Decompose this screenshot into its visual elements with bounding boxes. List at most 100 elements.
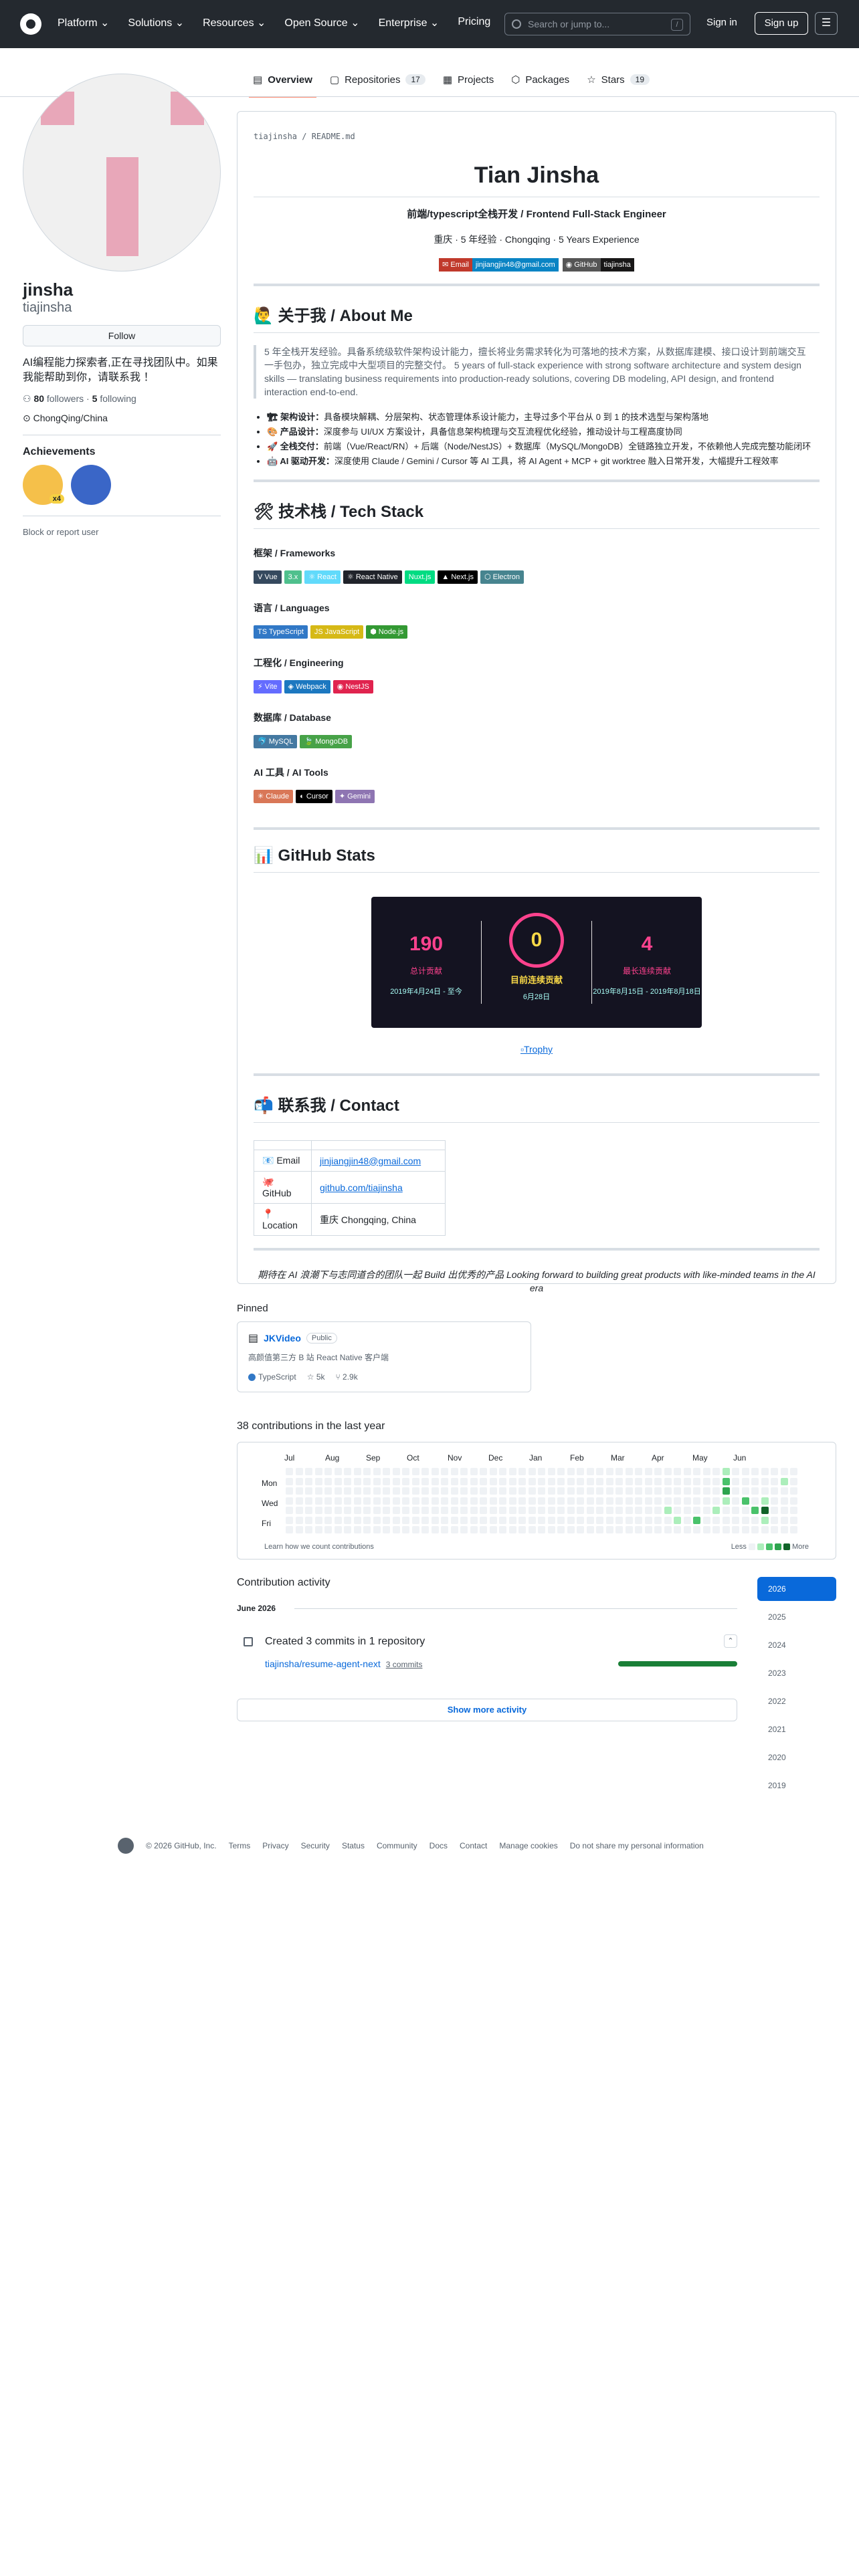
calendar-cell[interactable] bbox=[635, 1477, 642, 1485]
calendar-cell[interactable] bbox=[518, 1487, 526, 1495]
calendar-cell[interactable] bbox=[644, 1497, 652, 1505]
calendar-cell[interactable] bbox=[635, 1507, 642, 1514]
calendar-cell[interactable] bbox=[528, 1487, 536, 1495]
calendar-cell[interactable] bbox=[373, 1516, 381, 1524]
calendar-cell[interactable] bbox=[480, 1526, 487, 1533]
year-button[interactable]: 2025 bbox=[757, 1605, 836, 1629]
calendar-cell[interactable] bbox=[286, 1487, 293, 1495]
repo-forks[interactable]: ⑂ 2.9k bbox=[336, 1372, 358, 1382]
calendar-cell[interactable] bbox=[644, 1477, 652, 1485]
calendar-cell[interactable] bbox=[373, 1497, 381, 1505]
calendar-cell[interactable] bbox=[383, 1516, 390, 1524]
calendar-cell[interactable] bbox=[741, 1507, 749, 1514]
calendar-cell[interactable] bbox=[683, 1497, 691, 1505]
calendar-cell[interactable] bbox=[674, 1507, 681, 1514]
calendar-cell[interactable] bbox=[324, 1497, 332, 1505]
calendar-cell[interactable] bbox=[732, 1487, 739, 1495]
calendar-cell[interactable] bbox=[761, 1477, 769, 1485]
calendar-cell[interactable] bbox=[334, 1507, 342, 1514]
calendar-cell[interactable] bbox=[431, 1516, 439, 1524]
search-input[interactable]: Search or jump to... / bbox=[504, 13, 690, 35]
calendar-cell[interactable] bbox=[586, 1526, 594, 1533]
calendar-cell[interactable] bbox=[508, 1477, 516, 1485]
calendar-cell[interactable] bbox=[596, 1468, 603, 1475]
calendar-cell[interactable] bbox=[674, 1497, 681, 1505]
calendar-cell[interactable] bbox=[518, 1507, 526, 1514]
pinned-repo-link[interactable]: JKVideo bbox=[264, 1333, 301, 1344]
calendar-cell[interactable] bbox=[508, 1497, 516, 1505]
calendar-cell[interactable] bbox=[644, 1507, 652, 1514]
calendar-cell[interactable] bbox=[538, 1487, 545, 1495]
calendar-cell[interactable] bbox=[470, 1468, 478, 1475]
calendar-cell[interactable] bbox=[295, 1477, 303, 1485]
calendar-cell[interactable] bbox=[305, 1468, 312, 1475]
calendar-cell[interactable] bbox=[761, 1497, 769, 1505]
calendar-cell[interactable] bbox=[790, 1468, 797, 1475]
calendar-cell[interactable] bbox=[314, 1497, 322, 1505]
calendar-cell[interactable] bbox=[683, 1516, 691, 1524]
calendar-cell[interactable] bbox=[674, 1487, 681, 1495]
calendar-cell[interactable] bbox=[353, 1507, 361, 1514]
tab-packages[interactable]: ⬡ Packages bbox=[511, 70, 569, 90]
calendar-cell[interactable] bbox=[693, 1497, 700, 1505]
calendar-cell[interactable] bbox=[664, 1526, 672, 1533]
calendar-cell[interactable] bbox=[344, 1516, 351, 1524]
block-report-link[interactable]: Block or report user bbox=[23, 527, 221, 537]
calendar-cell[interactable] bbox=[635, 1526, 642, 1533]
calendar-cell[interactable] bbox=[324, 1477, 332, 1485]
calendar-cell[interactable] bbox=[712, 1487, 720, 1495]
calendar-cell[interactable] bbox=[305, 1477, 312, 1485]
calendar-cell[interactable] bbox=[431, 1507, 439, 1514]
calendar-cell[interactable] bbox=[547, 1497, 555, 1505]
calendar-cell[interactable] bbox=[518, 1516, 526, 1524]
calendar-cell[interactable] bbox=[751, 1477, 759, 1485]
calendar-cell[interactable] bbox=[518, 1526, 526, 1533]
calendar-cell[interactable] bbox=[722, 1516, 730, 1524]
year-button[interactable]: 2021 bbox=[757, 1717, 836, 1741]
calendar-cell[interactable] bbox=[702, 1477, 710, 1485]
nav-platform[interactable]: Platform ⌄ bbox=[58, 16, 109, 29]
calendar-cell[interactable] bbox=[693, 1468, 700, 1475]
calendar-cell[interactable] bbox=[625, 1497, 633, 1505]
calendar-cell[interactable] bbox=[402, 1507, 409, 1514]
calendar-cell[interactable] bbox=[615, 1516, 623, 1524]
calendar-cell[interactable] bbox=[741, 1477, 749, 1485]
calendar-cell[interactable] bbox=[547, 1516, 555, 1524]
calendar-cell[interactable] bbox=[334, 1468, 342, 1475]
calendar-cell[interactable] bbox=[732, 1497, 739, 1505]
calendar-cell[interactable] bbox=[431, 1487, 439, 1495]
calendar-cell[interactable] bbox=[683, 1526, 691, 1533]
calendar-cell[interactable] bbox=[780, 1526, 788, 1533]
calendar-cell[interactable] bbox=[353, 1487, 361, 1495]
calendar-cell[interactable] bbox=[373, 1477, 381, 1485]
footer-link[interactable]: Status bbox=[342, 1841, 365, 1850]
calendar-cell[interactable] bbox=[392, 1516, 400, 1524]
calendar-cell[interactable] bbox=[664, 1516, 672, 1524]
calendar-cell[interactable] bbox=[470, 1487, 478, 1495]
tab-overview[interactable]: ▤ Overview bbox=[249, 70, 316, 98]
activity-repo-link[interactable]: tiajinsha/resume-agent-next bbox=[265, 1658, 381, 1669]
calendar-cell[interactable] bbox=[751, 1468, 759, 1475]
calendar-cell[interactable] bbox=[702, 1468, 710, 1475]
footer-link[interactable]: Contact bbox=[460, 1841, 487, 1850]
calendar-cell[interactable] bbox=[732, 1477, 739, 1485]
calendar-cell[interactable] bbox=[683, 1477, 691, 1485]
calendar-cell[interactable] bbox=[780, 1507, 788, 1514]
footer-link[interactable]: Docs bbox=[430, 1841, 448, 1850]
calendar-cell[interactable] bbox=[286, 1477, 293, 1485]
calendar-cell[interactable] bbox=[741, 1516, 749, 1524]
calendar-cell[interactable] bbox=[460, 1468, 468, 1475]
year-button[interactable]: 2020 bbox=[757, 1745, 836, 1769]
calendar-cell[interactable] bbox=[693, 1516, 700, 1524]
calendar-cell[interactable] bbox=[596, 1507, 603, 1514]
calendar-cell[interactable] bbox=[722, 1477, 730, 1485]
calendar-cell[interactable] bbox=[693, 1477, 700, 1485]
calendar-cell[interactable] bbox=[295, 1497, 303, 1505]
email-shield[interactable]: ✉ Email jinjiangjin48@gmail.com bbox=[439, 258, 559, 272]
calendar-cell[interactable] bbox=[383, 1497, 390, 1505]
calendar-cell[interactable] bbox=[450, 1507, 458, 1514]
calendar-cell[interactable] bbox=[732, 1468, 739, 1475]
calendar-cell[interactable] bbox=[441, 1497, 448, 1505]
calendar-cell[interactable] bbox=[557, 1526, 565, 1533]
calendar-cell[interactable] bbox=[605, 1507, 613, 1514]
